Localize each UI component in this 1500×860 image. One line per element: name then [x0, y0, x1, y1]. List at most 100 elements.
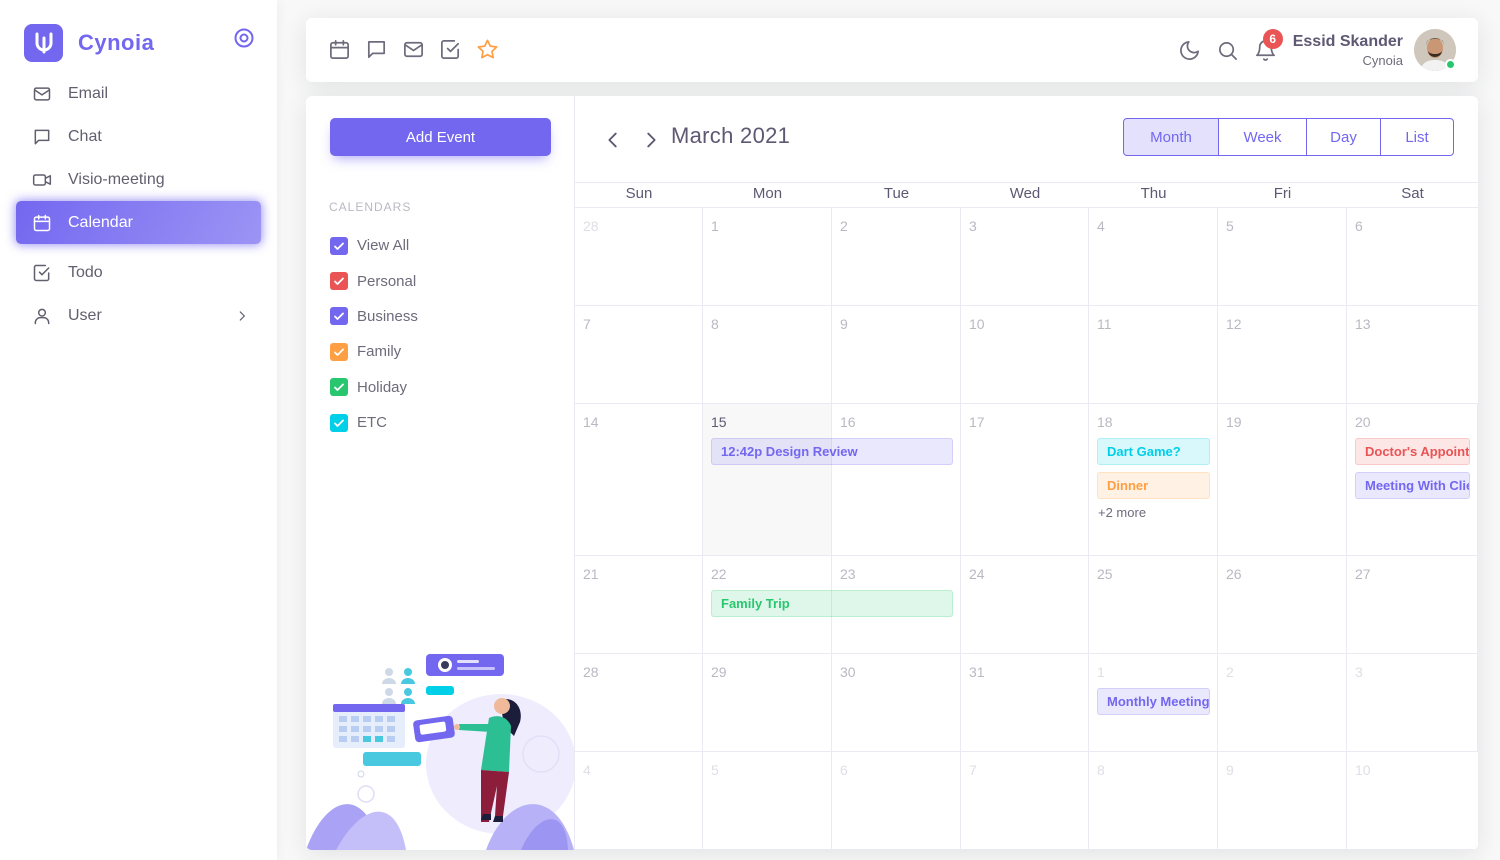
day-cell[interactable]: 6	[832, 752, 961, 849]
view-switcher: Month Week Day List	[1123, 118, 1454, 156]
day-cell[interactable]: 7	[575, 306, 703, 403]
avatar[interactable]	[1414, 29, 1456, 71]
sidebar-item-email[interactable]: Email	[16, 72, 261, 115]
day-cell[interactable]: 9	[832, 306, 961, 403]
check-icon	[334, 313, 344, 321]
day-cell[interactable]: 2	[832, 208, 961, 305]
day-cell[interactable]: 8	[703, 306, 832, 403]
day-cell[interactable]: 2	[1218, 654, 1347, 751]
calendar-event[interactable]: Family Trip	[711, 590, 953, 617]
day-number: 8	[711, 316, 719, 332]
day-cell[interactable]: 4	[575, 752, 703, 849]
day-cell[interactable]: 12	[1218, 306, 1347, 403]
sidebar-nav: Email Chat Visio-meeting Calendar Todo User	[16, 72, 261, 337]
search-icon[interactable]	[1216, 39, 1239, 62]
filter-checkbox[interactable]	[330, 378, 348, 397]
notification-count-badge: 6	[1262, 28, 1283, 49]
calendar-event[interactable]: Dinner	[1097, 472, 1210, 499]
day-cell[interactable]: 21	[575, 556, 703, 653]
day-cell[interactable]: 5	[703, 752, 832, 849]
sidebar-item-label: Chat	[68, 127, 102, 145]
day-cell[interactable]: 31	[961, 654, 1089, 751]
sidebar-item-visio-meeting[interactable]: Visio-meeting	[16, 158, 261, 201]
day-cell[interactable]: 7	[961, 752, 1089, 849]
prev-month-chevron-left-icon[interactable]	[602, 129, 624, 151]
day-cell[interactable]: 10	[1347, 752, 1478, 849]
sidebar-item-user[interactable]: User	[16, 294, 261, 337]
filter-personal[interactable]: Personal	[330, 263, 418, 298]
filter-view-all[interactable]: View All	[330, 228, 418, 263]
day-cell[interactable]: 6	[1347, 208, 1478, 305]
day-cell[interactable]: 27	[1347, 556, 1478, 653]
day-number: 7	[583, 316, 591, 332]
filter-business[interactable]: Business	[330, 299, 418, 334]
filter-checkbox[interactable]	[330, 342, 348, 361]
view-list-button[interactable]: List	[1381, 119, 1453, 155]
sidebar-item-label: Calendar	[68, 213, 133, 231]
day-cell[interactable]: 13	[1347, 306, 1478, 403]
day-cell[interactable]: 28	[575, 654, 703, 751]
shortcut-mail-icon[interactable]	[402, 38, 439, 66]
view-week-button[interactable]: Week	[1219, 119, 1307, 155]
day-cell[interactable]: 26	[1218, 556, 1347, 653]
day-cell[interactable]: 16	[832, 404, 961, 555]
day-cell[interactable]: 3	[961, 208, 1089, 305]
calendar-event[interactable]: 12:42p Design Review	[711, 438, 953, 465]
filter-checkbox[interactable]	[330, 272, 348, 291]
day-cell[interactable]: 17	[961, 404, 1089, 555]
check-icon	[334, 277, 344, 285]
day-cell[interactable]: 14	[575, 404, 703, 555]
day-number: 30	[840, 664, 856, 680]
calendar-event[interactable]: Dart Game?	[1097, 438, 1210, 465]
collapse-toggle-icon[interactable]	[234, 28, 254, 48]
notifications-button[interactable]: 6	[1254, 28, 1283, 62]
day-number: 29	[711, 664, 727, 680]
calendar-event[interactable]: Monthly Meeting	[1097, 688, 1210, 715]
sidebar-item-todo[interactable]: Todo	[16, 251, 261, 294]
check-square-icon	[441, 40, 460, 59]
view-month-button[interactable]: Month	[1124, 119, 1219, 155]
day-cell[interactable]: 3	[1347, 654, 1478, 751]
day-number: 15	[711, 414, 727, 430]
day-cell[interactable]: 15	[703, 404, 832, 555]
filter-checkbox[interactable]	[330, 307, 348, 326]
day-cell[interactable]: 24	[961, 556, 1089, 653]
shortcut-calendar-icon[interactable]	[328, 38, 365, 66]
check-icon	[334, 242, 344, 250]
filter-holiday[interactable]: Holiday	[330, 370, 418, 405]
filter-etc[interactable]: ETC	[330, 405, 418, 440]
day-cell[interactable]: 11	[1089, 306, 1218, 403]
day-number: 22	[711, 566, 727, 582]
day-cell[interactable]: 8	[1089, 752, 1218, 849]
shortcut-star-icon[interactable]	[476, 38, 513, 66]
day-cell[interactable]: 30	[832, 654, 961, 751]
filter-checkbox[interactable]	[330, 413, 348, 432]
weekday-fri: Fri	[1273, 185, 1292, 202]
day-cell[interactable]: 10	[961, 306, 1089, 403]
view-day-button[interactable]: Day	[1307, 119, 1381, 155]
calendar-event[interactable]: Meeting With Client	[1355, 472, 1470, 499]
day-cell[interactable]: 1	[703, 208, 832, 305]
filter-family[interactable]: Family	[330, 334, 418, 369]
sidebar-item-calendar[interactable]: Calendar	[16, 201, 261, 244]
day-cell[interactable]: 4	[1089, 208, 1218, 305]
day-number: 4	[583, 762, 591, 778]
week-row: 28 29 30 31 1 2 3 Monthly Meeting	[575, 654, 1478, 752]
user-dropdown[interactable]: Essid Skander Cynoia	[1293, 33, 1403, 68]
calendar-event[interactable]: Doctor's Appointment	[1355, 438, 1470, 465]
next-month-chevron-right-icon[interactable]	[640, 129, 662, 151]
day-cell[interactable]: 28	[575, 208, 703, 305]
add-event-button[interactable]: Add Event	[330, 118, 551, 156]
day-cell[interactable]: 29	[703, 654, 832, 751]
sidebar-item-chat[interactable]: Chat	[16, 115, 261, 158]
day-cell[interactable]: 5	[1218, 208, 1347, 305]
shortcut-check-square-icon[interactable]	[439, 38, 476, 66]
more-events-link[interactable]: +2 more	[1098, 505, 1146, 520]
day-cell[interactable]: 9	[1218, 752, 1347, 849]
brand[interactable]: Cynoia	[24, 24, 154, 62]
day-cell[interactable]: 19	[1218, 404, 1347, 555]
dark-mode-moon-icon[interactable]	[1178, 39, 1201, 62]
day-cell[interactable]: 25	[1089, 556, 1218, 653]
filter-checkbox[interactable]	[330, 236, 348, 255]
shortcut-chat-icon[interactable]	[365, 38, 402, 66]
